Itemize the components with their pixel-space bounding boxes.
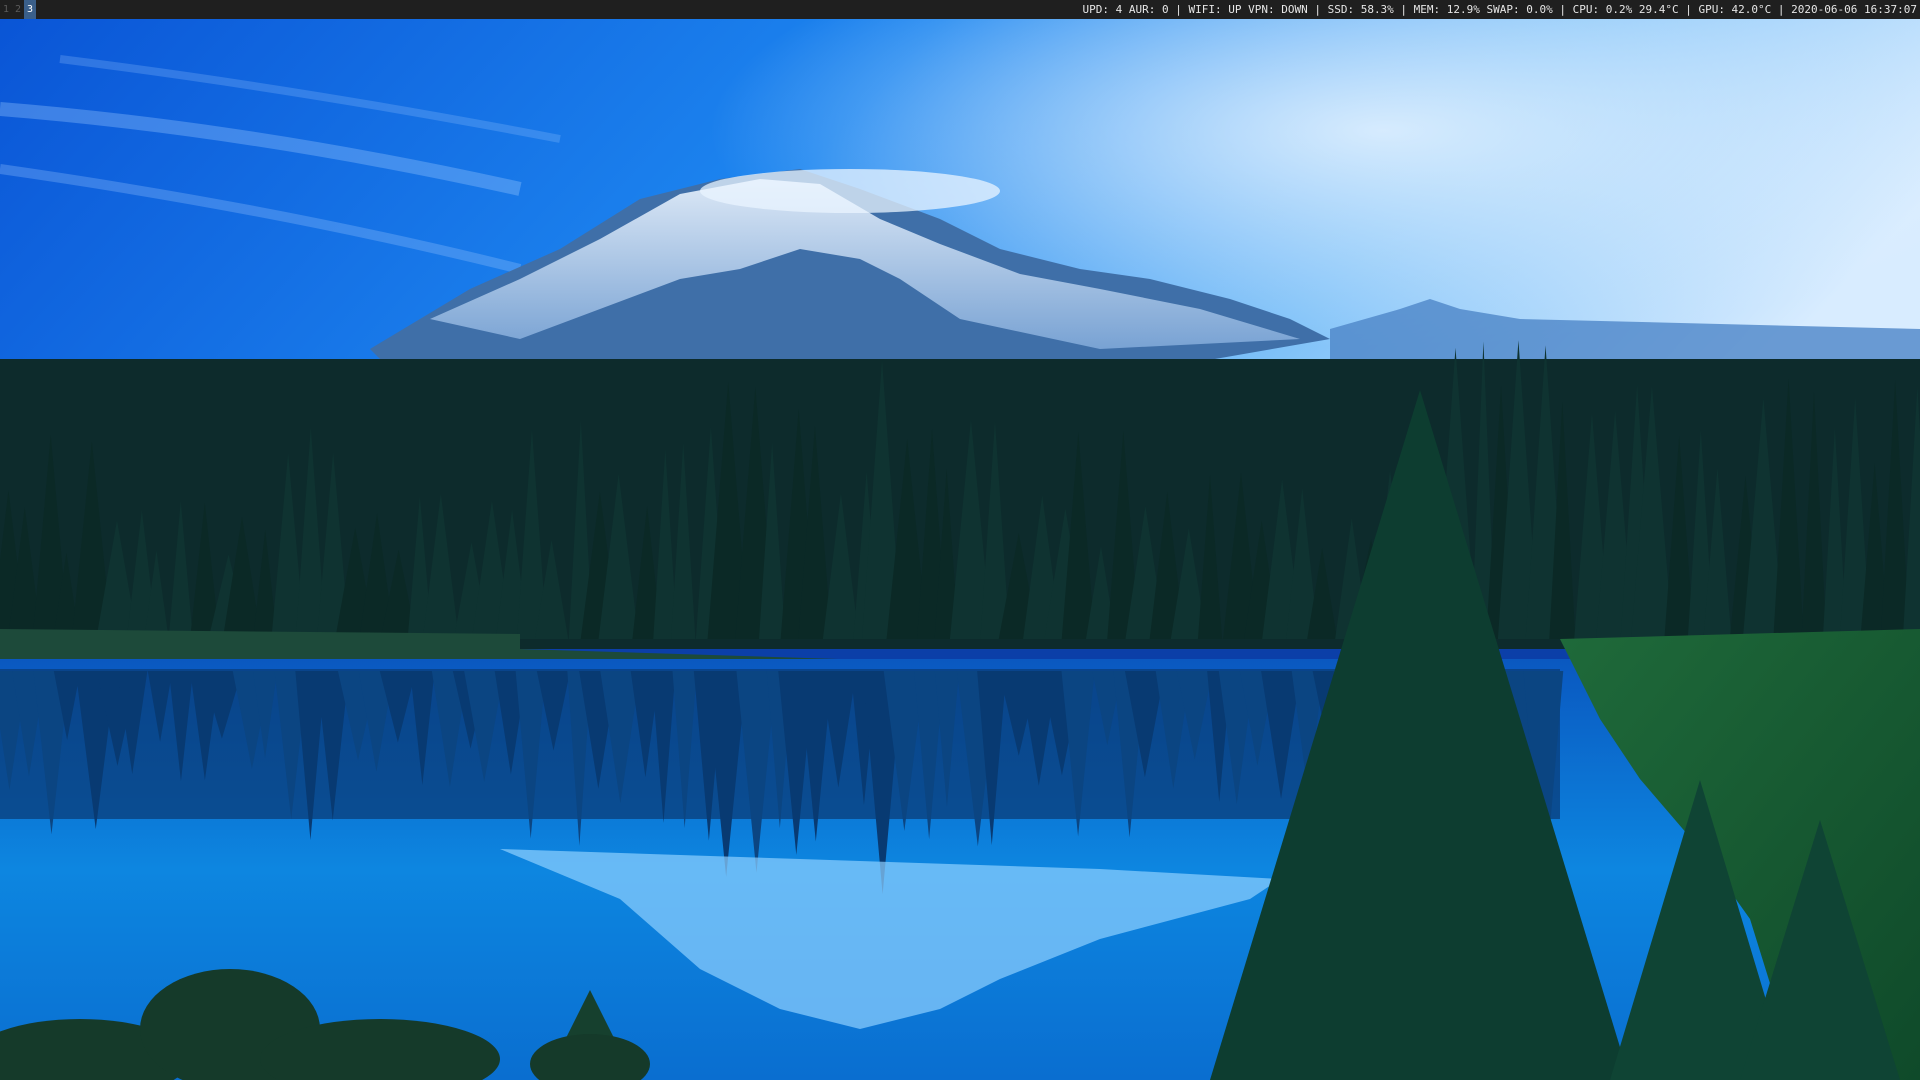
wallpaper-image xyxy=(0,19,1920,1080)
desktop-wallpaper xyxy=(0,19,1920,1080)
workspace-3-button[interactable]: 3 xyxy=(24,0,36,19)
workspace-1-button[interactable]: 1 xyxy=(0,0,12,19)
status-bar: 1 2 3 UPD: 4 AUR: 0 | WIFI: UP VPN: DOWN… xyxy=(0,0,1920,19)
system-status-text: UPD: 4 AUR: 0 | WIFI: UP VPN: DOWN | SSD… xyxy=(1082,3,1917,16)
workspace-2-button[interactable]: 2 xyxy=(12,0,24,19)
summit-cloud xyxy=(700,169,1000,213)
desktop: 1 2 3 UPD: 4 AUR: 0 | WIFI: UP VPN: DOWN… xyxy=(0,0,1920,1080)
